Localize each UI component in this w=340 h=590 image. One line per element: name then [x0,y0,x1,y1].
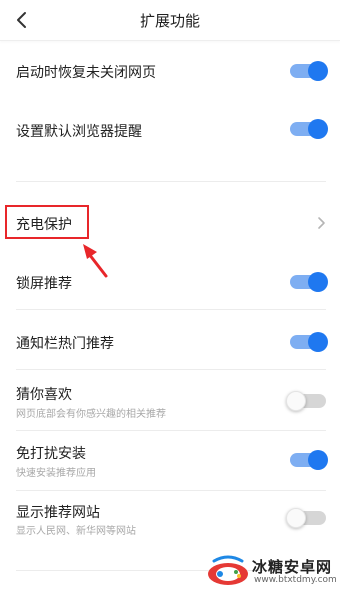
show-recommended-sites-toggle[interactable] [286,508,326,528]
toggle-knob [286,508,306,528]
setting-label: 设置默认浏览器提醒 [16,124,142,140]
watermark-url: www.btxtdmy.com [254,575,337,585]
watermark-name: 冰糖安卓网 [252,558,333,576]
notification-hot-toggle[interactable] [290,332,328,352]
row-divider [16,369,326,370]
toggle-knob [308,61,328,81]
setting-label: 猜你喜欢 [16,387,72,403]
quiet-install-toggle[interactable] [290,450,328,470]
row-divider [16,309,326,310]
default-browser-reminder-toggle[interactable] [290,119,328,139]
top-bar: 扩展功能 [0,0,340,41]
setting-quiet-install: 免打扰安装 快速安装推荐应用 [0,438,340,484]
setting-subtitle: 快速安装推荐应用 [16,468,96,479]
setting-notification-hot: 通知栏热门推荐 [0,322,340,362]
page-title: 扩展功能 [139,12,200,30]
row-divider [16,430,326,431]
toggle-knob [308,450,328,470]
toggle-knob [308,119,328,139]
setting-label: 启动时恢复未关闭网页 [16,65,156,81]
row-divider [16,490,326,491]
setting-show-recommended-sites: 显示推荐网站 显示人民网、新华网等网站 [0,497,340,543]
restore-tabs-toggle[interactable] [290,61,328,81]
setting-label: 免打扰安装 [16,446,86,462]
lock-screen-recommend-toggle[interactable] [290,272,328,292]
guess-you-like-toggle[interactable] [286,391,326,411]
section-divider [16,181,326,182]
setting-subtitle: 网页底部会有你感兴趣的相关推荐 [16,409,166,420]
chevron-right-icon [318,217,325,229]
toggle-knob [308,272,328,292]
setting-label: 锁屏推荐 [16,276,72,292]
setting-guess-you-like: 猜你喜欢 网页底部会有你感兴趣的相关推荐 [0,378,340,424]
setting-label: 通知栏热门推荐 [16,336,114,352]
toggle-knob [286,391,306,411]
watermark-logo: 冰糖安卓网 www.btxtdmy.com [204,554,340,590]
setting-restore-tabs: 启动时恢复未关闭网页 [0,48,340,94]
setting-default-browser-reminder: 设置默认浏览器提醒 [0,108,340,154]
setting-subtitle: 显示人民网、新华网等网站 [16,526,136,537]
toggle-knob [308,332,328,352]
highlight-box [5,205,89,239]
setting-lock-screen-recommend: 锁屏推荐 [0,262,340,302]
gamepad-logo-icon [208,555,248,585]
setting-label: 显示推荐网站 [16,505,100,521]
